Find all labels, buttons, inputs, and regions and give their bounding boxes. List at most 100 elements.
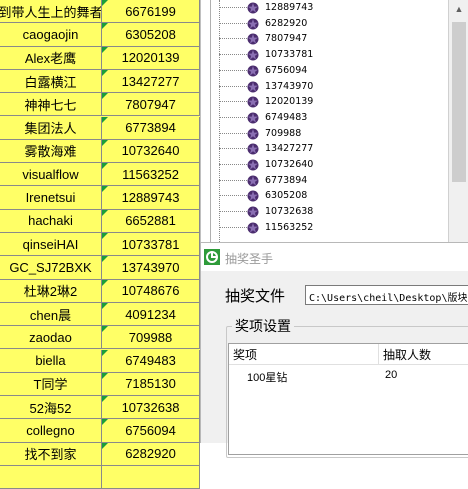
number-cell[interactable]: 6756094 (102, 419, 200, 443)
name-cell[interactable]: 集团法人 (0, 116, 102, 140)
number-cell[interactable]: 12889743 (102, 186, 200, 210)
tree-node[interactable]: 10732640 (211, 157, 441, 173)
tree-node[interactable]: 6282920 (211, 16, 441, 32)
sheet-row: biella 6749483 (0, 349, 200, 373)
tree-node-label: 10732640 (265, 159, 314, 170)
tree-connector (219, 38, 249, 40)
tree-connector (219, 85, 249, 87)
name-cell[interactable]: collegno (0, 419, 102, 443)
sheet-row: 到带人生上的舞者 6676199 (0, 0, 200, 24)
name-cell[interactable]: GC_SJ72BXK (0, 256, 102, 280)
file-label: 抽奖文件 (225, 288, 286, 305)
tree-node[interactable]: 10732638 (211, 204, 441, 220)
number-cell[interactable]: 12020139 (102, 46, 200, 70)
tree-node[interactable]: 13743970 (211, 79, 441, 95)
name-cell[interactable] (0, 466, 102, 489)
tree-connector (219, 179, 249, 181)
number-cell[interactable]: 6305208 (102, 23, 200, 47)
tree-node[interactable]: 6756094 (211, 63, 441, 79)
number-cell[interactable]: 13743970 (102, 256, 200, 280)
tree-view[interactable]: 12889743 6282920 7807947 10733781 6756094 137… (210, 0, 449, 242)
scroll-thumb[interactable] (452, 22, 466, 182)
tree-node-label: 12889743 (265, 2, 314, 13)
sheet-row: Irenetsui 12889743 (0, 186, 200, 210)
tree-connector (219, 116, 249, 118)
error-indicator-icon (102, 0, 108, 6)
number-text: 6749483 (125, 353, 176, 369)
name-cell[interactable]: 神神七七 (0, 93, 102, 117)
number-cell[interactable] (102, 466, 200, 489)
name-cell[interactable]: chen晨 (0, 302, 102, 327)
name-cell[interactable]: zaodao (0, 326, 102, 350)
number-cell[interactable]: 6749483 (102, 349, 200, 373)
name-cell[interactable]: Alex老鹰 (0, 46, 102, 70)
error-indicator-icon (102, 209, 108, 216)
sheet-row: 集团法人 6773894 (0, 116, 200, 140)
name-cell[interactable]: caogaojin (0, 23, 102, 47)
name-cell[interactable]: biella (0, 349, 102, 373)
user-badge-icon (247, 81, 259, 92)
column-header-prize[interactable]: 奖项 (229, 344, 379, 364)
prize-cell[interactable]: 100星钻 (247, 369, 287, 385)
number-cell[interactable]: 6282920 (102, 442, 200, 466)
tree-node[interactable]: 6749483 (211, 110, 441, 126)
tree-node[interactable]: 7807947 (211, 31, 441, 47)
count-cell[interactable]: 20 (385, 369, 397, 381)
name-cell[interactable]: T同学 (0, 372, 102, 397)
tree-node[interactable]: 12020139 (211, 94, 441, 110)
tree-node[interactable]: 13427277 (211, 141, 441, 157)
number-cell[interactable]: 6676199 (102, 0, 200, 24)
number-cell[interactable]: 709988 (102, 326, 200, 350)
user-badge-icon (247, 128, 259, 140)
number-cell[interactable]: 7185130 (102, 372, 200, 397)
tree-node[interactable]: 11563252 (211, 220, 441, 236)
number-cell[interactable]: 10732640 (102, 139, 200, 164)
prize-list[interactable]: 奖项 抽取人数 100星钻 20 (228, 343, 468, 455)
number-cell[interactable]: 4091234 (102, 302, 200, 327)
sheet-row: 神神七七 7807947 (0, 93, 200, 117)
file-path-field[interactable]: C:\Users\cheil\Desktop\版块 (305, 285, 468, 305)
user-badge-icon (247, 2, 259, 14)
name-cell[interactable]: 找不到家 (0, 442, 102, 466)
user-badge-icon (247, 206, 259, 218)
error-indicator-icon (102, 93, 108, 100)
tree-node[interactable]: 12889743 (211, 0, 441, 16)
sheet-row: T同学 7185130 (0, 372, 200, 397)
dialog-titlebar[interactable]: 抽奖圣手 (201, 243, 468, 271)
name-cell[interactable]: 52海52 (0, 396, 102, 420)
tree-node-label: 6773894 (265, 174, 308, 186)
name-cell[interactable]: 雾散海难 (0, 139, 102, 164)
number-cell[interactable]: 7807947 (102, 93, 200, 117)
tree-node[interactable]: 709988 (211, 126, 441, 142)
number-text: 10732640 (121, 143, 180, 159)
column-header-count[interactable]: 抽取人数 (379, 344, 468, 364)
spreadsheet[interactable]: 到带人生上的舞者 6676199 caogaojin 6305208 Alex老鹰 120… (0, 0, 200, 489)
number-cell[interactable]: 10748676 (102, 279, 200, 303)
tree-node[interactable]: 6305208 (211, 188, 441, 204)
number-cell[interactable]: 6773894 (102, 116, 200, 140)
number-cell[interactable]: 13427277 (102, 69, 200, 94)
number-text: 10732638 (121, 399, 180, 415)
name-cell[interactable]: hachaki (0, 209, 102, 233)
tree-node[interactable]: 10733781 (211, 47, 441, 63)
tree-node[interactable]: 6773894 (211, 173, 441, 189)
tree-scrollbar[interactable]: ▲ (448, 0, 468, 242)
name-cell[interactable]: visualflow (0, 163, 102, 187)
name-cell[interactable]: Irenetsui (0, 186, 102, 210)
scroll-up-arrow-icon[interactable]: ▲ (449, 0, 468, 17)
name-cell[interactable]: qinseiHAI (0, 233, 102, 257)
name-cell[interactable]: 白露横江 (0, 69, 102, 94)
number-cell[interactable]: 10733781 (102, 233, 200, 257)
name-cell[interactable]: 杜琳2琳2 (0, 279, 102, 303)
number-cell[interactable]: 10732638 (102, 396, 200, 420)
error-indicator-icon (102, 419, 108, 426)
number-text: 6305208 (125, 26, 176, 42)
number-cell[interactable]: 6652881 (102, 209, 200, 233)
user-badge-icon (247, 143, 259, 155)
number-text: 13743970 (121, 259, 180, 275)
user-badge-icon (247, 175, 259, 187)
tree-connector (219, 164, 249, 165)
name-cell[interactable]: 到带人生上的舞者 (0, 0, 102, 24)
error-indicator-icon (102, 186, 108, 193)
number-cell[interactable]: 11563252 (102, 163, 200, 187)
